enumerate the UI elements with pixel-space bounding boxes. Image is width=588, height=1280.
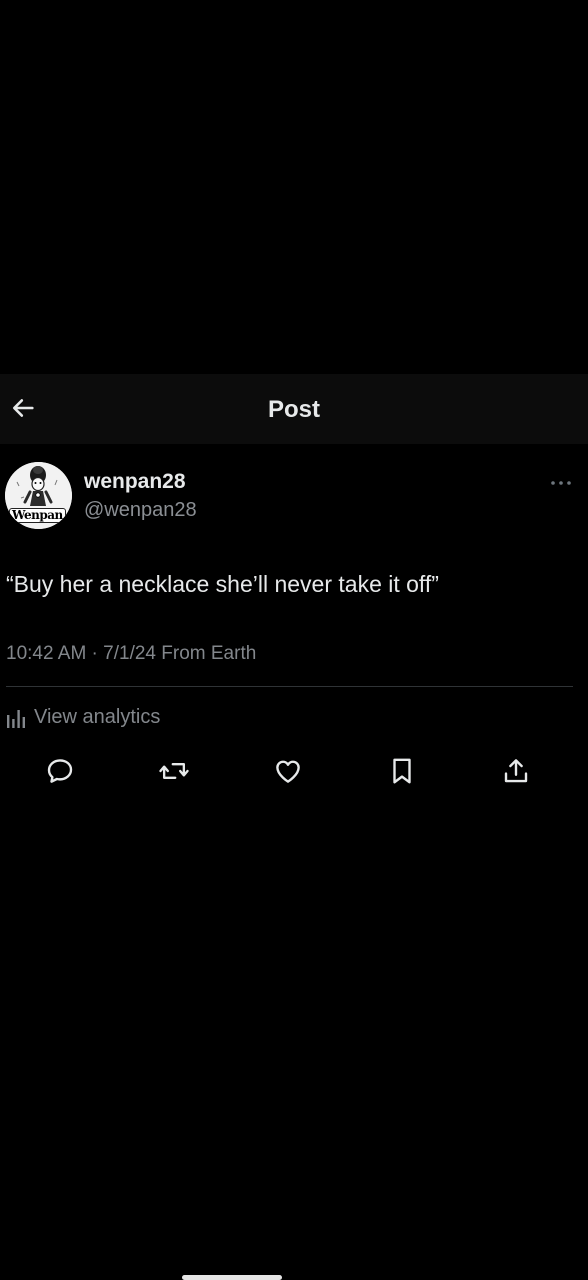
reply-button[interactable] <box>41 752 79 790</box>
post-timestamp: 10:42 AM · 7/1/24 From Earth <box>6 643 257 664</box>
repost-icon <box>159 763 189 779</box>
action-bar <box>0 752 588 790</box>
author-handle: @wenpan28 <box>84 499 197 521</box>
view-analytics-label: View analytics <box>34 705 161 728</box>
divider <box>6 686 573 687</box>
like-button[interactable] <box>269 752 307 790</box>
page-title: Post <box>267 396 320 423</box>
post-text: “Buy her a necklace she’ll never take it… <box>6 571 439 597</box>
avatar-logo-text: Wenpan <box>9 508 66 523</box>
more-options-button[interactable] <box>548 475 574 491</box>
bar-chart-icon <box>7 710 25 728</box>
share-icon <box>504 759 528 783</box>
comment-icon <box>47 759 73 783</box>
heart-icon <box>276 760 300 783</box>
bookmark-button[interactable] <box>383 752 421 790</box>
repost-button[interactable] <box>155 752 193 790</box>
share-button[interactable] <box>497 752 535 790</box>
bookmark-icon <box>393 758 411 784</box>
more-horizontal-icon <box>551 481 571 485</box>
top-bar: Post <box>0 374 588 444</box>
author-display-name[interactable]: wenpan28 <box>84 470 186 494</box>
avatar[interactable]: Wenpan <box>5 462 72 529</box>
home-indicator <box>182 1275 282 1280</box>
view-analytics-link[interactable]: View analytics <box>6 704 160 730</box>
